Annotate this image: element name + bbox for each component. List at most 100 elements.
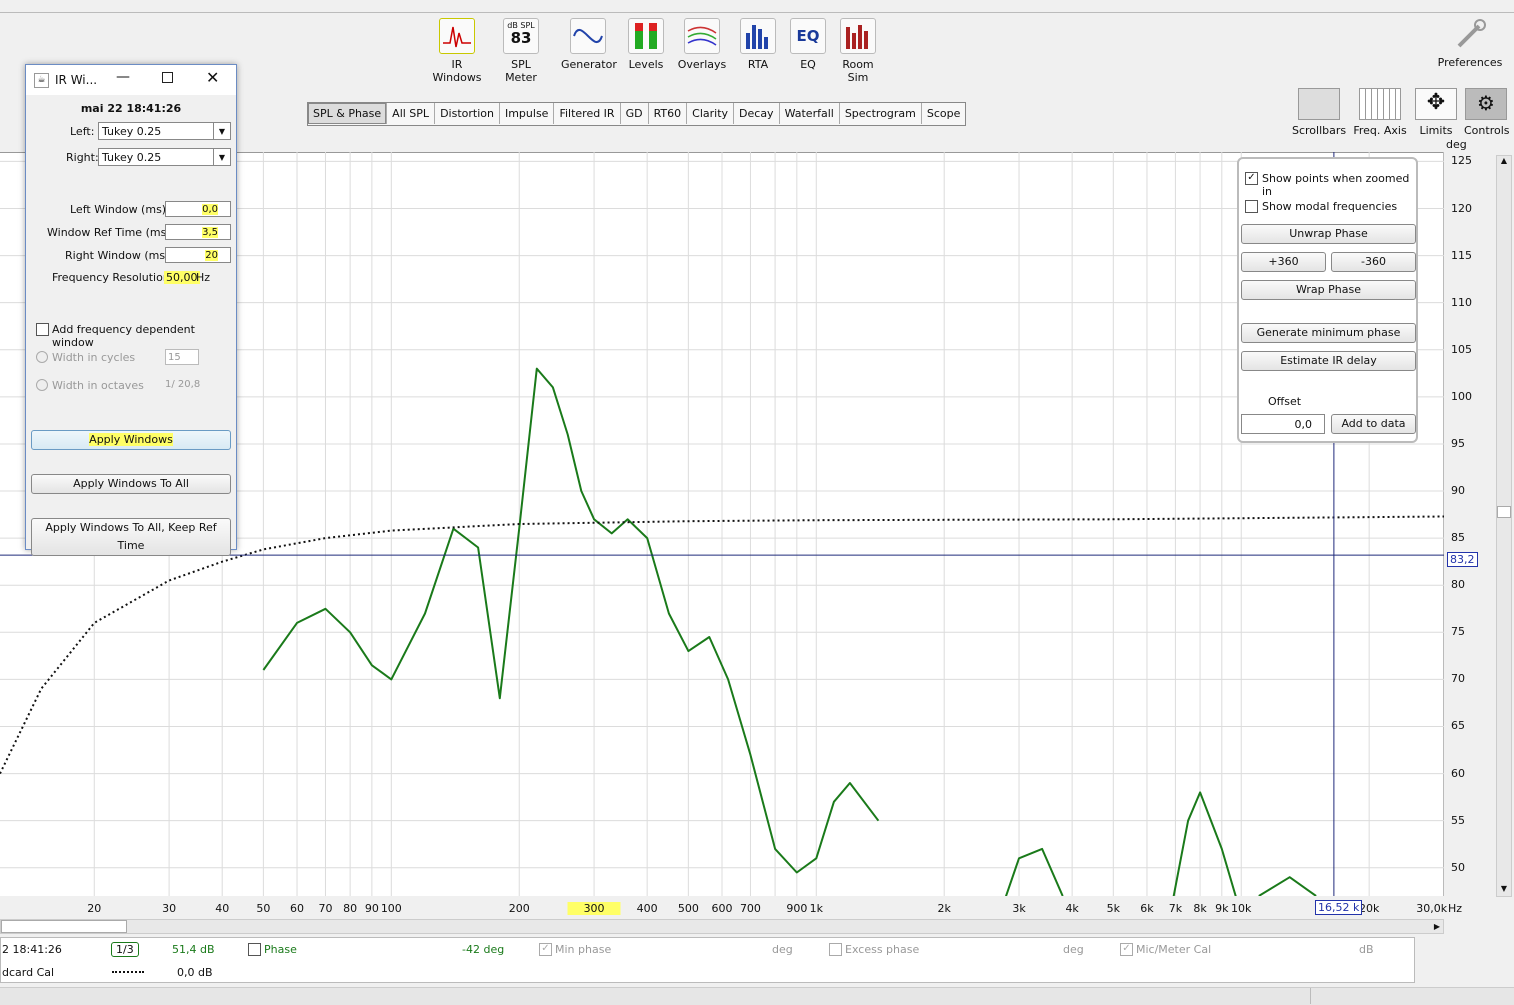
toolbar-eq[interactable]: EQ EQ xyxy=(788,18,828,71)
tab-all-spl[interactable]: All SPL xyxy=(387,103,436,124)
add-to-data-button[interactable]: Add to data xyxy=(1331,414,1416,434)
tab-scope[interactable]: Scope xyxy=(921,103,966,124)
offset-label: Offset xyxy=(1268,395,1302,408)
scroll-down-arrow[interactable]: ▼ xyxy=(1497,884,1511,896)
mic-cal-checkbox[interactable]: ✓ xyxy=(1120,943,1133,956)
bottom-status-strip xyxy=(0,987,1514,1005)
tab-spl-phase[interactable]: SPL & Phase xyxy=(308,103,388,124)
scroll-thumb[interactable] xyxy=(1497,506,1511,518)
apply-windows-all-button[interactable]: Apply Windows To All xyxy=(31,474,231,494)
tab-rt60[interactable]: RT60 xyxy=(648,103,688,124)
left-window-ms-value: 0,0 xyxy=(202,204,218,215)
min-phase-unit: deg xyxy=(772,943,793,956)
tab-distortion[interactable]: Distortion xyxy=(435,103,500,124)
tool-label: Controls xyxy=(1464,124,1510,137)
x-tick-label: 4k xyxy=(1065,902,1079,915)
tab-clarity[interactable]: Clarity xyxy=(687,103,735,124)
y-tick-label: 50 xyxy=(1451,860,1465,874)
spl-meter-icon: dB SPL 83 xyxy=(503,18,539,54)
ref-time-input[interactable]: 3,5 xyxy=(165,224,231,240)
minus360-button[interactable]: -360 xyxy=(1331,252,1416,272)
meas-name[interactable]: 2 18:41:26 xyxy=(2,943,62,956)
apply-windows-all-keep-button[interactable]: Apply Windows To All, Keep Ref Time xyxy=(31,518,231,556)
show-modal-checkbox[interactable] xyxy=(1245,200,1258,213)
toolbar-rta[interactable]: RTA xyxy=(738,18,778,71)
x-tick-label: 6k xyxy=(1140,902,1154,915)
scroll-up-arrow[interactable]: ▲ xyxy=(1497,156,1511,168)
show-points-label: Show points when zoomed in xyxy=(1262,172,1410,198)
width-octaves-radio[interactable] xyxy=(36,379,48,391)
tab-gd[interactable]: GD xyxy=(620,103,649,124)
right-window-type-select[interactable]: Tukey 0.25 ▼ xyxy=(98,148,231,166)
toolbar-room-sim[interactable]: Room Sim xyxy=(832,18,884,84)
minimize-icon[interactable]: — xyxy=(116,69,130,85)
x-axis-unit: Hz xyxy=(1448,902,1463,915)
horizontal-scrollbar[interactable]: ▶ xyxy=(0,919,1444,934)
x-tick-label: 3k xyxy=(1012,902,1026,915)
left-window-type-select[interactable]: Tukey 0.25 ▼ xyxy=(98,122,231,140)
toolbar-label: SPL Meter xyxy=(505,58,537,84)
toolbar-label: Preferences xyxy=(1437,56,1503,69)
spl-meter-value: 83 xyxy=(510,29,532,47)
x-tick-label: 30 xyxy=(162,902,177,915)
controls-button[interactable]: ⚙ Controls xyxy=(1464,88,1510,137)
generate-min-phase-button[interactable]: Generate minimum phase xyxy=(1241,323,1416,343)
ref-time-value: 3,5 xyxy=(202,227,218,238)
toolbar-overlays[interactable]: Overlays xyxy=(676,18,728,71)
excess-phase-checkbox[interactable] xyxy=(829,943,842,956)
width-octaves-value: 1/ 20,8 xyxy=(165,379,201,390)
toolbar-spl-meter[interactable]: dB SPL 83 SPL Meter xyxy=(494,18,548,84)
vertical-scrollbar[interactable]: ▲ ▼ xyxy=(1496,155,1512,897)
tab-waterfall[interactable]: Waterfall xyxy=(779,103,840,124)
scroll-right-arrow[interactable]: ▶ xyxy=(1431,920,1443,933)
left-window-ms-label: Left Window (ms): xyxy=(70,203,170,216)
show-points-checkbox[interactable]: ✓ xyxy=(1245,172,1258,185)
chevron-down-icon: ▼ xyxy=(213,123,230,139)
x-tick-label: 600 xyxy=(711,902,733,915)
x-tick-label: 300 xyxy=(567,902,621,915)
toolbar-levels[interactable]: Levels xyxy=(624,18,668,71)
tool-label: Freq. Axis xyxy=(1353,124,1407,137)
y-tick-label: 55 xyxy=(1451,813,1465,827)
smoothing-badge[interactable]: 1/3 xyxy=(111,942,139,957)
wrap-phase-button[interactable]: Wrap Phase xyxy=(1241,280,1416,300)
y-tick-label: 90 xyxy=(1451,484,1465,498)
min-phase-checkbox[interactable]: ✓ xyxy=(539,943,552,956)
phase-label: Phase xyxy=(264,943,297,956)
right-window-ms-input[interactable]: 20 xyxy=(165,247,231,263)
toolbar-ir-windows[interactable]: IR Windows xyxy=(426,18,488,84)
scrollbars-icon xyxy=(1298,88,1340,120)
toolbar-label: EQ xyxy=(800,58,816,71)
tab-spectrogram[interactable]: Spectrogram xyxy=(839,103,922,124)
ir-windows-dialog: ☕ IR Wi... — ✕ mai 22 18:41:26 Left: Tuk… xyxy=(25,64,237,556)
generator-icon xyxy=(570,18,606,54)
scroll-thumb[interactable] xyxy=(1,920,127,933)
eq-icon: EQ xyxy=(790,18,826,54)
unwrap-phase-button[interactable]: Unwrap Phase xyxy=(1241,224,1416,244)
toolbar-label: Room Sim xyxy=(842,58,874,84)
width-cycles-input: 15 xyxy=(165,349,199,365)
toolbar-label: Generator xyxy=(561,58,617,71)
left-window-ms-input[interactable]: 0,0 xyxy=(165,201,231,217)
scrollbars-button[interactable]: Scrollbars xyxy=(1292,88,1346,137)
apply-windows-button[interactable]: Apply Windows xyxy=(31,430,231,450)
controls-panel: ✓ Show points when zoomed in Show modal … xyxy=(1237,157,1418,443)
dialog-titlebar[interactable]: ☕ IR Wi... — ✕ xyxy=(26,65,236,95)
tab-filtered-ir[interactable]: Filtered IR xyxy=(554,103,621,124)
phase-checkbox[interactable] xyxy=(248,943,261,956)
plus360-button[interactable]: +360 xyxy=(1241,252,1326,272)
toolbar-preferences[interactable]: Preferences xyxy=(1436,18,1504,69)
maximize-icon[interactable] xyxy=(162,72,173,83)
fdw-checkbox[interactable] xyxy=(36,323,49,336)
limits-button[interactable]: ✥ Limits xyxy=(1414,88,1458,137)
toolbar-generator[interactable]: Generator xyxy=(561,18,617,71)
tab-impulse[interactable]: Impulse xyxy=(499,103,555,124)
cursor-x-readout: 16,52 k xyxy=(1315,900,1363,915)
tab-decay[interactable]: Decay xyxy=(734,103,780,124)
y-tick-label: 110 xyxy=(1451,295,1472,309)
estimate-ir-delay-button[interactable]: Estimate IR delay xyxy=(1241,351,1416,371)
width-cycles-radio[interactable] xyxy=(36,351,48,363)
close-icon[interactable]: ✕ xyxy=(206,68,219,87)
offset-input[interactable]: 0,0 xyxy=(1241,414,1325,434)
freq-axis-button[interactable]: Freq. Axis xyxy=(1352,88,1408,137)
